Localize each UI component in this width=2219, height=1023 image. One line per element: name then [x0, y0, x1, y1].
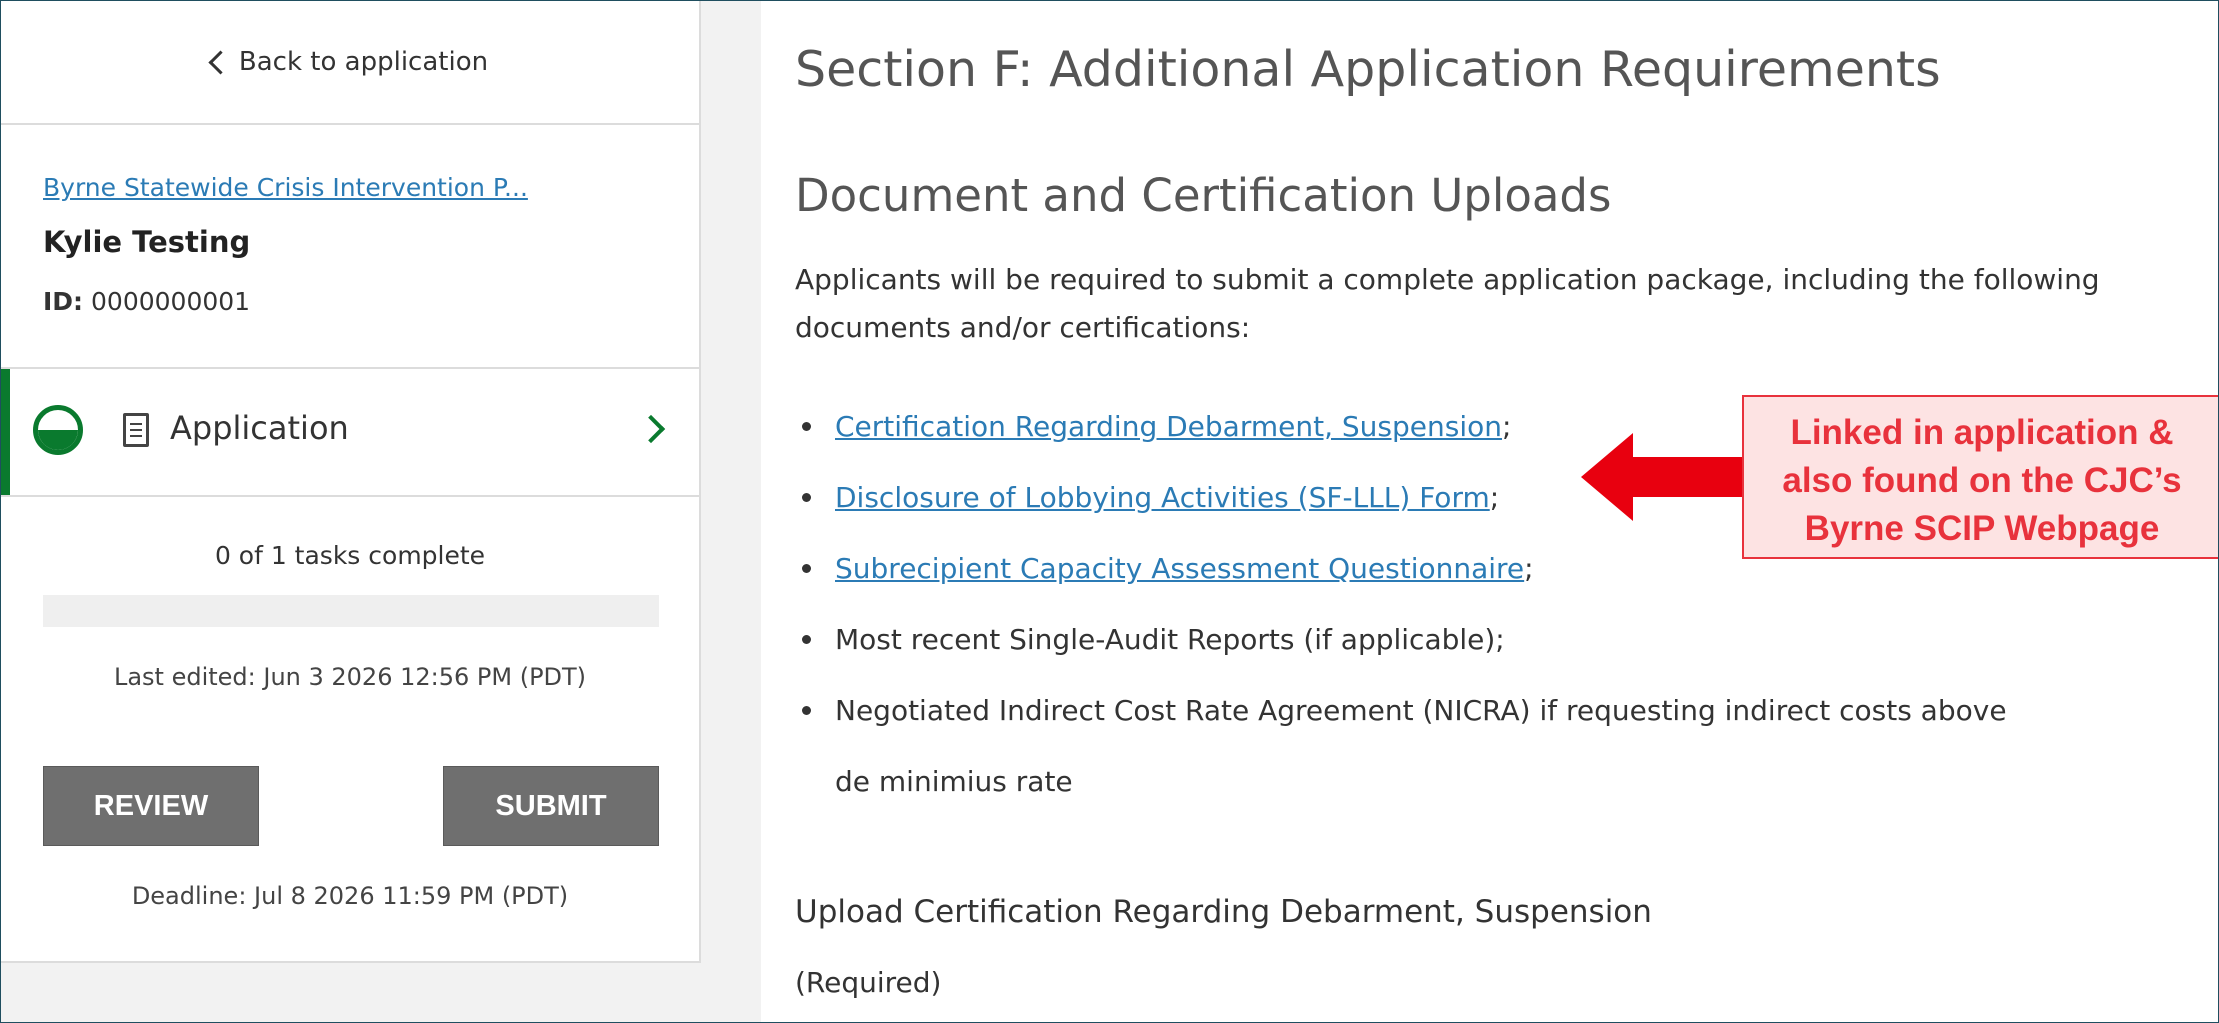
active-indicator — [1, 369, 10, 495]
chevron-left-icon — [208, 49, 233, 75]
sidebar-item-application[interactable]: Application — [1, 369, 699, 497]
upload-field-title: Upload Certification Regarding Debarment… — [795, 894, 1652, 930]
annotation-callout: Linked in application & also found on th… — [1742, 395, 2218, 559]
submit-button[interactable]: SUBMIT — [443, 766, 659, 846]
red-arrow-left-icon — [1581, 433, 1746, 521]
deadline-text: Deadline: Jul 8 2026 11:59 PM (PDT) — [131, 882, 569, 910]
list-item-suffix: ; — [1501, 410, 1512, 443]
sidebar-item-label: Application — [170, 409, 349, 447]
list-item-text: Negotiated Indirect Cost Rate Agreement … — [835, 694, 2007, 798]
required-label: (Required) — [795, 966, 942, 999]
lobbying-disclosure-link[interactable]: Disclosure of Lobbying Activities (SF-LL… — [835, 481, 1490, 514]
back-to-application-link[interactable]: Back to application — [1, 1, 699, 125]
app-frame: Back to application Byrne Statewide Cris… — [0, 0, 2219, 1023]
back-label: Back to application — [238, 47, 489, 77]
id-label: ID: — [43, 287, 84, 316]
document-icon — [123, 413, 149, 447]
capacity-questionnaire-link[interactable]: Subrecipient Capacity Assessment Questio… — [835, 552, 1524, 585]
list-item: Negotiated Indirect Cost Rate Agreement … — [795, 675, 2035, 817]
grant-summary: Byrne Statewide Crisis Intervention P...… — [1, 125, 699, 369]
chevron-right-icon — [636, 414, 666, 444]
task-progress-bar — [43, 595, 659, 627]
applicant-name: Kylie Testing — [43, 225, 251, 259]
sidebar: Back to application Byrne Statewide Cris… — [1, 1, 701, 963]
list-item-suffix: ; — [1524, 552, 1534, 585]
page-title: Section F: Additional Application Requir… — [795, 41, 1941, 98]
id-value: 0000000001 — [91, 287, 251, 316]
half-complete-status-icon — [33, 405, 83, 455]
application-id: ID: 0000000001 — [43, 287, 250, 316]
list-item-suffix: ; — [1489, 481, 1500, 514]
review-button[interactable]: REVIEW — [43, 766, 259, 846]
list-item: Most recent Single-Audit Reports (if app… — [795, 604, 2175, 675]
tasks-complete-text: 0 of 1 tasks complete — [214, 541, 486, 570]
grant-program-link[interactable]: Byrne Statewide Crisis Intervention P... — [43, 173, 528, 202]
list-item-text: Most recent Single-Audit Reports (if app… — [835, 623, 1505, 656]
section-subtitle: Document and Certification Uploads — [795, 169, 1612, 222]
callout-text: Linked in application & also found on th… — [1782, 413, 2182, 548]
debarment-certification-link[interactable]: Certification Regarding Debarment, Suspe… — [835, 410, 1502, 443]
last-edited-text: Last edited: Jun 3 2026 12:56 PM (PDT) — [113, 663, 587, 691]
intro-paragraph: Applicants will be required to submit a … — [795, 263, 2100, 344]
